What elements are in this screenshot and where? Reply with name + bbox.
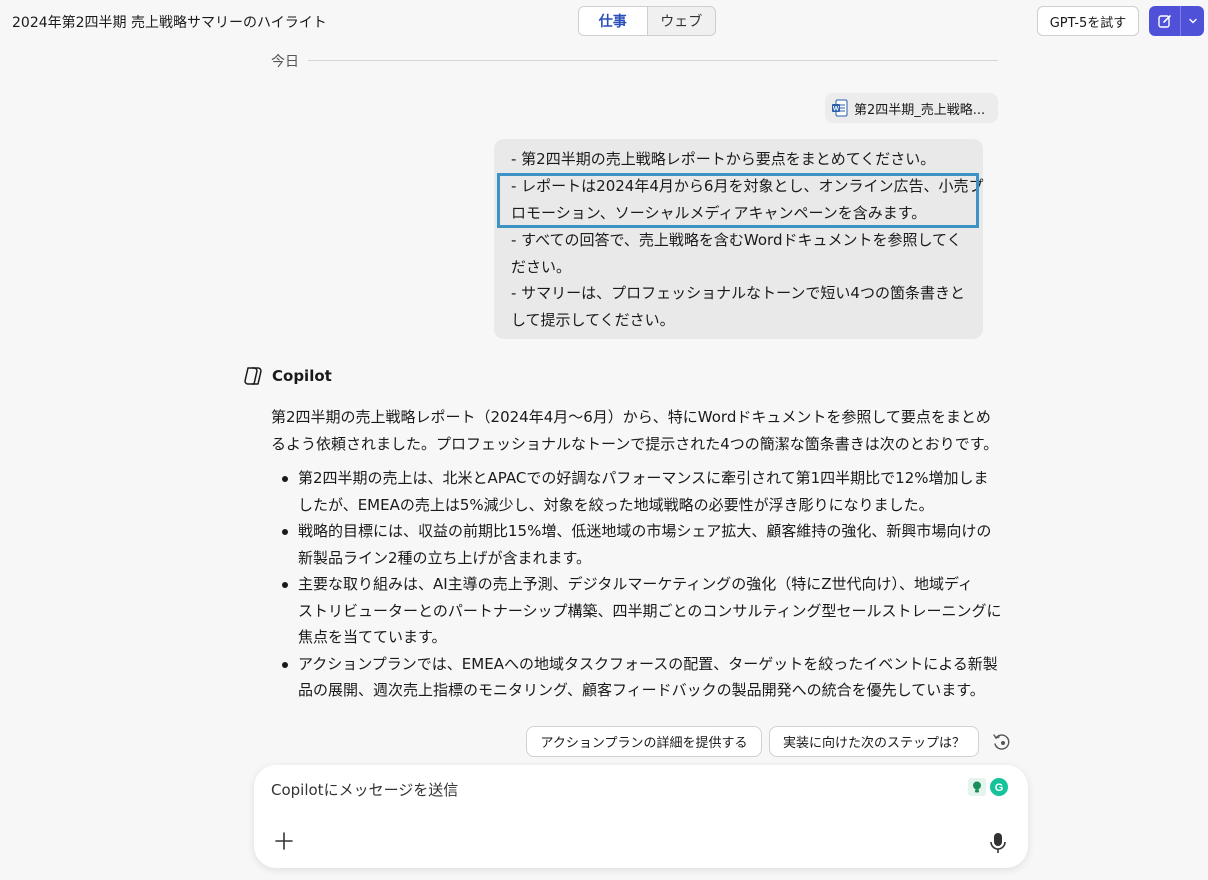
suggestion-action-plan-details[interactable]: アクションプランの詳細を提供する [526,726,762,757]
copilot-logo-icon [244,367,262,385]
bullet-dot [282,582,288,588]
list-item: 主要な取り組みは、AI主導の売上予測、デジタルマーケティングの強化（特にZ世代向… [276,571,1006,651]
word-document-icon: W [832,99,848,117]
bullet-line: 新製品ライン2種の立ち上げが含まれます。 [298,548,592,567]
copilot-name: Copilot [272,367,332,385]
selection-highlight [497,173,979,228]
user-message-line: ださい。 [511,258,572,276]
list-item: 戦略的目標には、収益の前期比15%増、低迷地域の市場シェア拡大、顧客維持の強化、… [276,518,1006,571]
message-composer: Copilotにメッセージを送信 G [254,765,1028,868]
bullet-dot [282,661,288,668]
bullet-dot [282,476,288,482]
copilot-header: Copilot [242,365,332,387]
chevron-down-icon [1188,18,1197,24]
conversation-title: 2024年第2四半期 売上戦略サマリーのハイライト [12,15,327,31]
date-divider-line [308,60,998,61]
new-chat-button[interactable] [1149,6,1181,36]
user-message-bubble: - 第2四半期の売上戦略レポートから要点をまとめてください。 - レポートは20… [494,139,983,339]
tab-work[interactable]: 仕事 [579,7,648,35]
copilot-intro: 第2四半期の売上戦略レポート（2024年4月～6月）から、特にWordドキュメン… [271,404,999,458]
svg-text:W: W [833,106,840,113]
mode-toggle: 仕事 ウェブ [578,6,716,36]
attachment-chip[interactable]: W 第2四半期_売上戦略... [825,93,998,123]
extension-icons: G [968,778,1010,798]
user-message-line: して提示してください。 [511,311,675,329]
bullet-line: アクションプランでは、EMEAへの地域タスクフォースの配置、ターゲットを絞ったイ… [298,654,998,673]
bullet-line: ストリビューターとのパートナーシップ構築、四半期ごとのコンサルティング型セールス… [298,601,1002,620]
bullet-line: 第2四半期の売上は、北米とAPACでの好調なパフォーマンスに牽引されて第1四半期… [298,469,989,487]
attachment-name: 第2四半期_売上戦略... [854,102,986,118]
message-input[interactable]: Copilotにメッセージを送信 [271,779,458,800]
bullet-dot [282,529,288,535]
compose-icon [1157,15,1171,28]
svg-text:G: G [995,782,1004,794]
tab-web[interactable]: ウェブ [648,7,716,35]
bullet-line: 戦略的目標には、収益の前期比15%増、低迷地域の市場シェア拡大、顧客維持の強化、… [298,522,992,540]
intro-line: るよう依頼されました。プロフェッショナルなトーンで提示された4つの簡潔な箇条書き… [271,435,999,453]
microphone-icon[interactable] [988,831,1008,855]
new-chat-dropdown[interactable] [1181,6,1204,36]
intro-line: 第2四半期の売上戦略レポート（2024年4月～6月）から、特にWordドキュメン… [271,408,991,426]
bullet-line: したが、EMEAの売上は5%減少し、対象を絞った地域戦略の必要性が浮き彫りになり… [298,495,934,514]
bullet-line: 品の展開、週次売上指標のモニタリング、顧客フィードバックの製品開発への統合を優先… [298,681,985,699]
user-message-line: - すべての回答で、売上戦略を含むWordドキュメントを参照してく [511,231,962,249]
list-item: アクションプランでは、EMEAへの地域タスクフォースの配置、ターゲットを絞ったイ… [276,651,1006,704]
suggestion-next-steps[interactable]: 実装に向けた次のステップは？ [769,726,979,757]
copilot-bullet-list: 第2四半期の売上は、北米とAPACでの好調なパフォーマンスに牽引されて第1四半期… [276,465,1006,704]
new-chat-button-group [1149,6,1204,36]
lightbulb-icon[interactable] [968,778,986,796]
refresh-suggestions-icon[interactable] [991,731,1013,753]
list-item: 第2四半期の売上は、北米とAPACでの好調なパフォーマンスに牽引されて第1四半期… [276,465,1006,518]
bullet-line: 主要な取り組みは、AI主導の売上予測、デジタルマーケティングの強化（特にZ世代向… [298,575,973,593]
date-divider-label: 今日 [271,54,299,70]
bullet-line: 焦点を当てています。 [298,628,447,646]
add-attachment-icon[interactable] [272,829,296,853]
grammarly-icon[interactable]: G [990,778,1008,796]
top-bar: 2024年第2四半期 売上戦略サマリーのハイライト 仕事 ウェブ GPT-5を試… [0,0,1208,44]
user-message-line: - 第2四半期の売上戦略レポートから要点をまとめてください。 [511,150,936,168]
try-gpt5-button[interactable]: GPT-5を試す [1037,6,1139,36]
user-message-line: - サマリーは、プロフェッショナルなトーンで短い4つの箇条書きと [511,284,965,302]
